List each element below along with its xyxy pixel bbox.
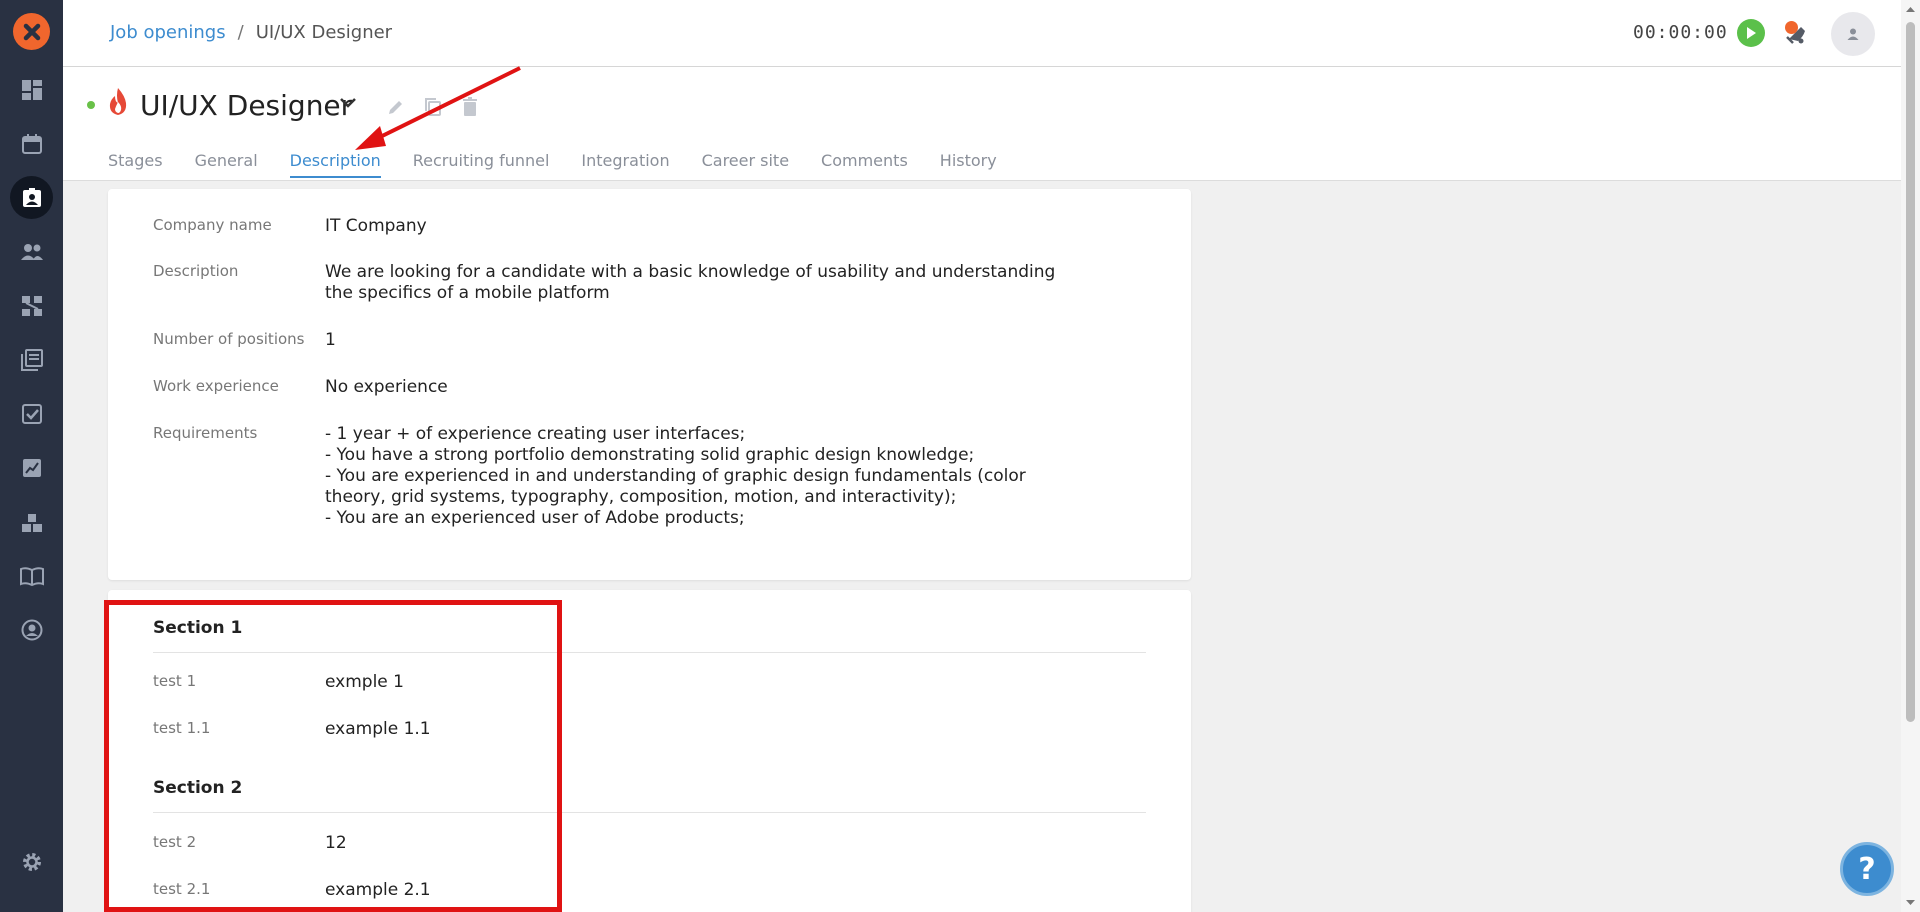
custom-field-label: test 2.1 bbox=[153, 880, 211, 898]
funnel-icon bbox=[21, 296, 42, 316]
chevron-down-icon[interactable] bbox=[339, 97, 357, 109]
experience-value: No experience bbox=[325, 377, 448, 397]
requirements-label: Requirements bbox=[153, 424, 258, 442]
company-name-value: IT Company bbox=[325, 216, 427, 236]
sidebar-item-integrations[interactable] bbox=[0, 500, 63, 544]
user-avatar[interactable] bbox=[1831, 12, 1875, 56]
notifications-button[interactable] bbox=[1781, 19, 1809, 47]
help-icon: ? bbox=[1858, 851, 1876, 887]
profile-icon bbox=[21, 619, 42, 641]
sidebar bbox=[0, 0, 63, 912]
delete-icon[interactable] bbox=[460, 97, 480, 117]
calendar-icon bbox=[21, 134, 42, 154]
logo-x-icon bbox=[23, 23, 40, 40]
experience-label: Work experience bbox=[153, 377, 279, 395]
custom-field-value: exmple 1 bbox=[325, 672, 404, 692]
library-icon bbox=[20, 349, 43, 371]
sidebar-item-funnel[interactable] bbox=[0, 284, 63, 328]
breadcrumb-separator: / bbox=[237, 22, 244, 43]
tab-recruiting-funnel[interactable]: Recruiting funnel bbox=[413, 151, 550, 178]
edit-icon[interactable] bbox=[386, 97, 406, 117]
play-icon bbox=[1747, 27, 1756, 39]
job-status-dot bbox=[87, 101, 95, 109]
copy-icon[interactable] bbox=[423, 97, 443, 117]
vacancies-icon bbox=[22, 188, 41, 207]
detail-row-experience: Work experience No experience bbox=[153, 377, 1153, 398]
description-value: We are looking for a candidate with a ba… bbox=[325, 262, 1056, 303]
section-title: Section 1 bbox=[153, 618, 243, 638]
custom-field-label: test 1 bbox=[153, 672, 197, 690]
sidebar-item-profile[interactable] bbox=[0, 608, 63, 652]
tab-integration[interactable]: Integration bbox=[581, 151, 669, 178]
page-title: UI/UX Designer bbox=[140, 89, 353, 122]
sidebar-item-candidates[interactable] bbox=[0, 230, 63, 274]
scroll-down-icon[interactable] bbox=[1905, 897, 1916, 908]
user-icon bbox=[1847, 28, 1859, 40]
positions-value: 1 bbox=[325, 330, 336, 350]
integrations-icon bbox=[21, 514, 42, 532]
sidebar-item-vacancies[interactable] bbox=[0, 176, 63, 220]
tab-general[interactable]: General bbox=[195, 151, 258, 178]
notification-badge bbox=[1785, 21, 1798, 34]
candidates-icon bbox=[20, 244, 43, 260]
custom-field-value: example 1.1 bbox=[325, 719, 431, 739]
company-name-label: Company name bbox=[153, 216, 272, 234]
tab-career-site[interactable]: Career site bbox=[702, 151, 789, 178]
job-details-card: Company name IT Company Description We a… bbox=[108, 189, 1191, 580]
custom-field-label: test 1.1 bbox=[153, 719, 211, 737]
job-header: UI/UX Designer Stages General Descriptio… bbox=[63, 67, 1901, 181]
sidebar-item-tasks[interactable] bbox=[0, 392, 63, 436]
top-header: Job openings / UI/UX Designer 00:00:00 bbox=[63, 0, 1901, 67]
tab-stages[interactable]: Stages bbox=[108, 151, 163, 178]
start-timer-button[interactable] bbox=[1737, 19, 1765, 47]
tab-description[interactable]: Description bbox=[289, 151, 381, 178]
sidebar-item-knowledge-base[interactable] bbox=[0, 554, 63, 598]
tab-comments[interactable]: Comments bbox=[821, 151, 908, 178]
help-button[interactable]: ? bbox=[1840, 842, 1894, 896]
time-tracker-display: 00:00:00 bbox=[1633, 22, 1728, 43]
custom-field-row: test 1 exmple 1 bbox=[153, 672, 1153, 693]
tab-history[interactable]: History bbox=[940, 151, 997, 178]
breadcrumb-current: UI/UX Designer bbox=[255, 22, 393, 43]
section-divider bbox=[153, 812, 1146, 813]
hot-flame-icon bbox=[109, 88, 127, 115]
sidebar-item-calendar[interactable] bbox=[0, 122, 63, 166]
settings-icon bbox=[22, 853, 41, 871]
positions-label: Number of positions bbox=[153, 330, 305, 348]
custom-field-value: example 2.1 bbox=[325, 880, 431, 900]
app-logo[interactable] bbox=[13, 13, 50, 50]
custom-field-label: test 2 bbox=[153, 833, 197, 851]
requirements-value: - 1 year + of experience creating user i… bbox=[325, 424, 1026, 528]
sidebar-item-dashboard[interactable] bbox=[0, 68, 63, 112]
detail-row-company: Company name IT Company bbox=[153, 216, 1153, 237]
breadcrumb-job-openings-link[interactable]: Job openings bbox=[110, 22, 226, 43]
dashboard-icon bbox=[21, 80, 42, 100]
custom-field-value: 12 bbox=[325, 833, 347, 853]
breadcrumb: Job openings / UI/UX Designer bbox=[110, 22, 392, 43]
detail-row-description: Description We are looking for a candida… bbox=[153, 262, 1153, 304]
tasks-icon bbox=[21, 404, 42, 424]
sidebar-item-reports[interactable] bbox=[0, 446, 63, 490]
section-divider bbox=[153, 652, 1146, 653]
knowledge-base-icon bbox=[19, 567, 44, 587]
custom-field-row: test 2.1 example 2.1 bbox=[153, 880, 1153, 901]
detail-row-positions: Number of positions 1 bbox=[153, 330, 1153, 351]
section-title: Section 2 bbox=[153, 778, 243, 798]
scroll-up-icon[interactable] bbox=[1905, 4, 1916, 15]
detail-row-requirements: Requirements - 1 year + of experience cr… bbox=[153, 424, 1153, 529]
custom-field-row: test 1.1 example 1.1 bbox=[153, 719, 1153, 740]
sidebar-item-settings[interactable] bbox=[0, 840, 63, 884]
reports-icon bbox=[22, 459, 41, 477]
custom-fields-card: Section 1 test 1 exmple 1 test 1.1 examp… bbox=[108, 590, 1191, 912]
page-scrollbar[interactable] bbox=[1901, 0, 1920, 912]
tabs: Stages General Description Recruiting fu… bbox=[108, 151, 997, 178]
scroll-thumb[interactable] bbox=[1906, 22, 1915, 722]
custom-field-row: test 2 12 bbox=[153, 833, 1153, 854]
sidebar-item-library[interactable] bbox=[0, 338, 63, 382]
description-label: Description bbox=[153, 262, 239, 280]
